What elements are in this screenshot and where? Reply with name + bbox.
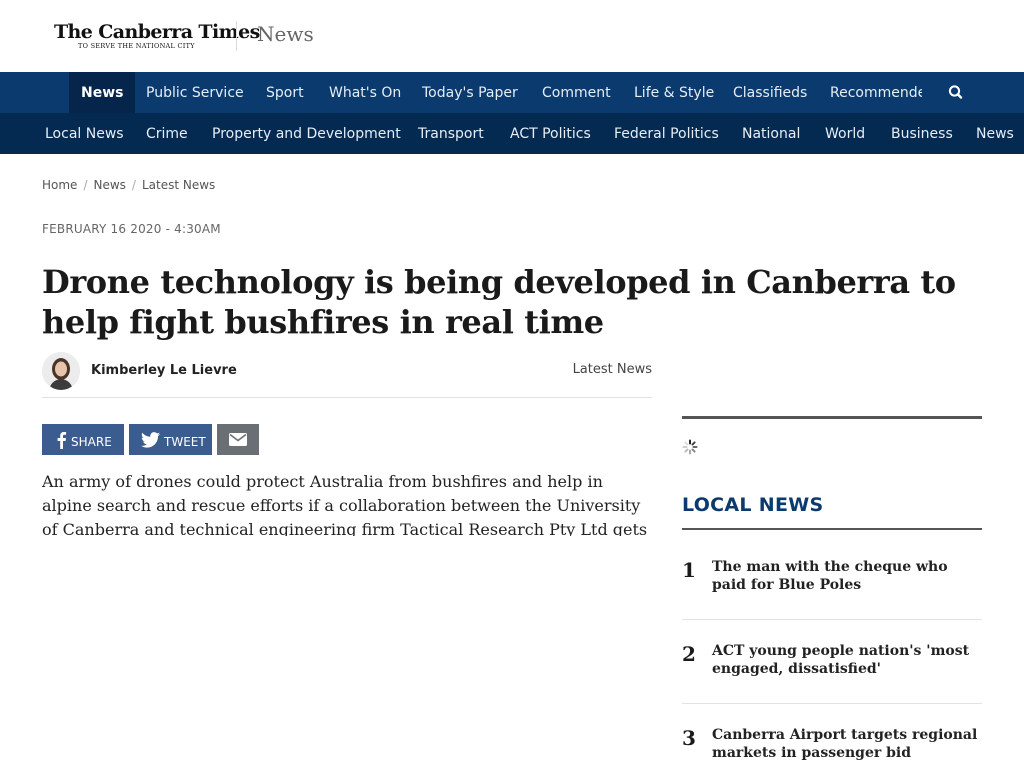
subnav-local-news[interactable]: Local News [45, 113, 124, 154]
logo-wordmark: The Canberra Times [54, 21, 260, 43]
breadcrumb-separator: / [83, 178, 88, 192]
search-button[interactable] [940, 80, 970, 106]
nav-classifieds[interactable]: Classifieds [733, 72, 807, 113]
twitter-share-label: TWEET [164, 434, 206, 449]
loading-spinner-icon [682, 439, 698, 455]
nav-public-service[interactable]: Public Service [146, 72, 244, 113]
secondary-nav: Local News Crime Property and Developmen… [0, 113, 1024, 154]
list-item: 2 ACT young people nation's 'most engage… [682, 620, 982, 704]
breadcrumb: Home / News / Latest News [42, 178, 215, 192]
search-icon [948, 85, 963, 99]
subnav-transport[interactable]: Transport [418, 113, 484, 154]
author-photo-icon [42, 352, 80, 390]
article-section-link[interactable]: Latest News [573, 362, 652, 377]
nav-sport[interactable]: Sport [266, 72, 304, 113]
facebook-share-button[interactable]: SHARE [42, 424, 124, 455]
article-date: FEBRUARY 16 2020 - 4:30AM [42, 222, 221, 236]
facebook-icon [57, 431, 67, 449]
email-icon [229, 433, 247, 446]
subnav-business[interactable]: Business [891, 113, 953, 154]
author-name[interactable]: Kimberley Le Lievre [91, 363, 237, 378]
byline: Kimberley Le Lievre Latest News [42, 352, 652, 398]
list-item-link[interactable]: Canberra Airport targets regional market… [712, 726, 982, 762]
subnav-property[interactable]: Property and Development [212, 113, 401, 154]
logo-tagline: TO SERVE THE NATIONAL CITY [78, 42, 195, 50]
list-item-number: 3 [682, 726, 696, 750]
primary-nav: News Public Service Sport What's On Toda… [0, 72, 1024, 113]
site-logo[interactable]: The Canberra Times TO SERVE THE NATIONAL… [54, 21, 260, 50]
subnav-national[interactable]: National [742, 113, 800, 154]
nav-recommended[interactable]: Recommended [830, 72, 922, 113]
article-body: An army of drones could protect Australi… [42, 472, 648, 536]
twitter-share-button[interactable]: TWEET [129, 424, 212, 455]
author-avatar[interactable] [42, 352, 80, 390]
list-item-number: 2 [682, 642, 696, 666]
subnav-federal-politics[interactable]: Federal Politics [614, 113, 719, 154]
breadcrumb-news[interactable]: News [93, 178, 125, 192]
twitter-icon [141, 431, 160, 448]
sidebar-title-rule [682, 528, 982, 530]
list-item: 1 The man with the cheque who paid for B… [682, 536, 982, 620]
list-item-link[interactable]: The man with the cheque who paid for Blu… [712, 558, 982, 594]
breadcrumb-separator: / [131, 178, 136, 192]
email-share-button[interactable] [217, 424, 259, 455]
list-item-number: 1 [682, 558, 696, 582]
list-item: 3 Canberra Airport targets regional mark… [682, 704, 982, 768]
nav-news[interactable]: News [69, 72, 136, 113]
list-item-link[interactable]: ACT young people nation's 'most engaged,… [712, 642, 982, 678]
subnav-world[interactable]: World [825, 113, 865, 154]
nav-whats-on[interactable]: What's On [329, 72, 401, 113]
breadcrumb-latest-news[interactable]: Latest News [142, 178, 215, 192]
masthead-divider [236, 21, 237, 51]
subnav-news[interactable]: News [976, 113, 1014, 154]
masthead: The Canberra Times TO SERVE THE NATIONAL… [0, 0, 1024, 72]
sidebar-title: LOCAL NEWS [682, 494, 824, 516]
article-headline: Drone technology is being developed in C… [42, 263, 956, 341]
nav-life-style[interactable]: Life & Style [634, 72, 714, 113]
nav-todays-paper[interactable]: Today's Paper [422, 72, 518, 113]
section-title[interactable]: News [257, 22, 314, 46]
subnav-crime[interactable]: Crime [146, 113, 188, 154]
sidebar-top-rule [682, 416, 982, 419]
breadcrumb-home[interactable]: Home [42, 178, 77, 192]
nav-comment[interactable]: Comment [542, 72, 611, 113]
subnav-act-politics[interactable]: ACT Politics [510, 113, 591, 154]
facebook-share-label: SHARE [71, 434, 112, 449]
